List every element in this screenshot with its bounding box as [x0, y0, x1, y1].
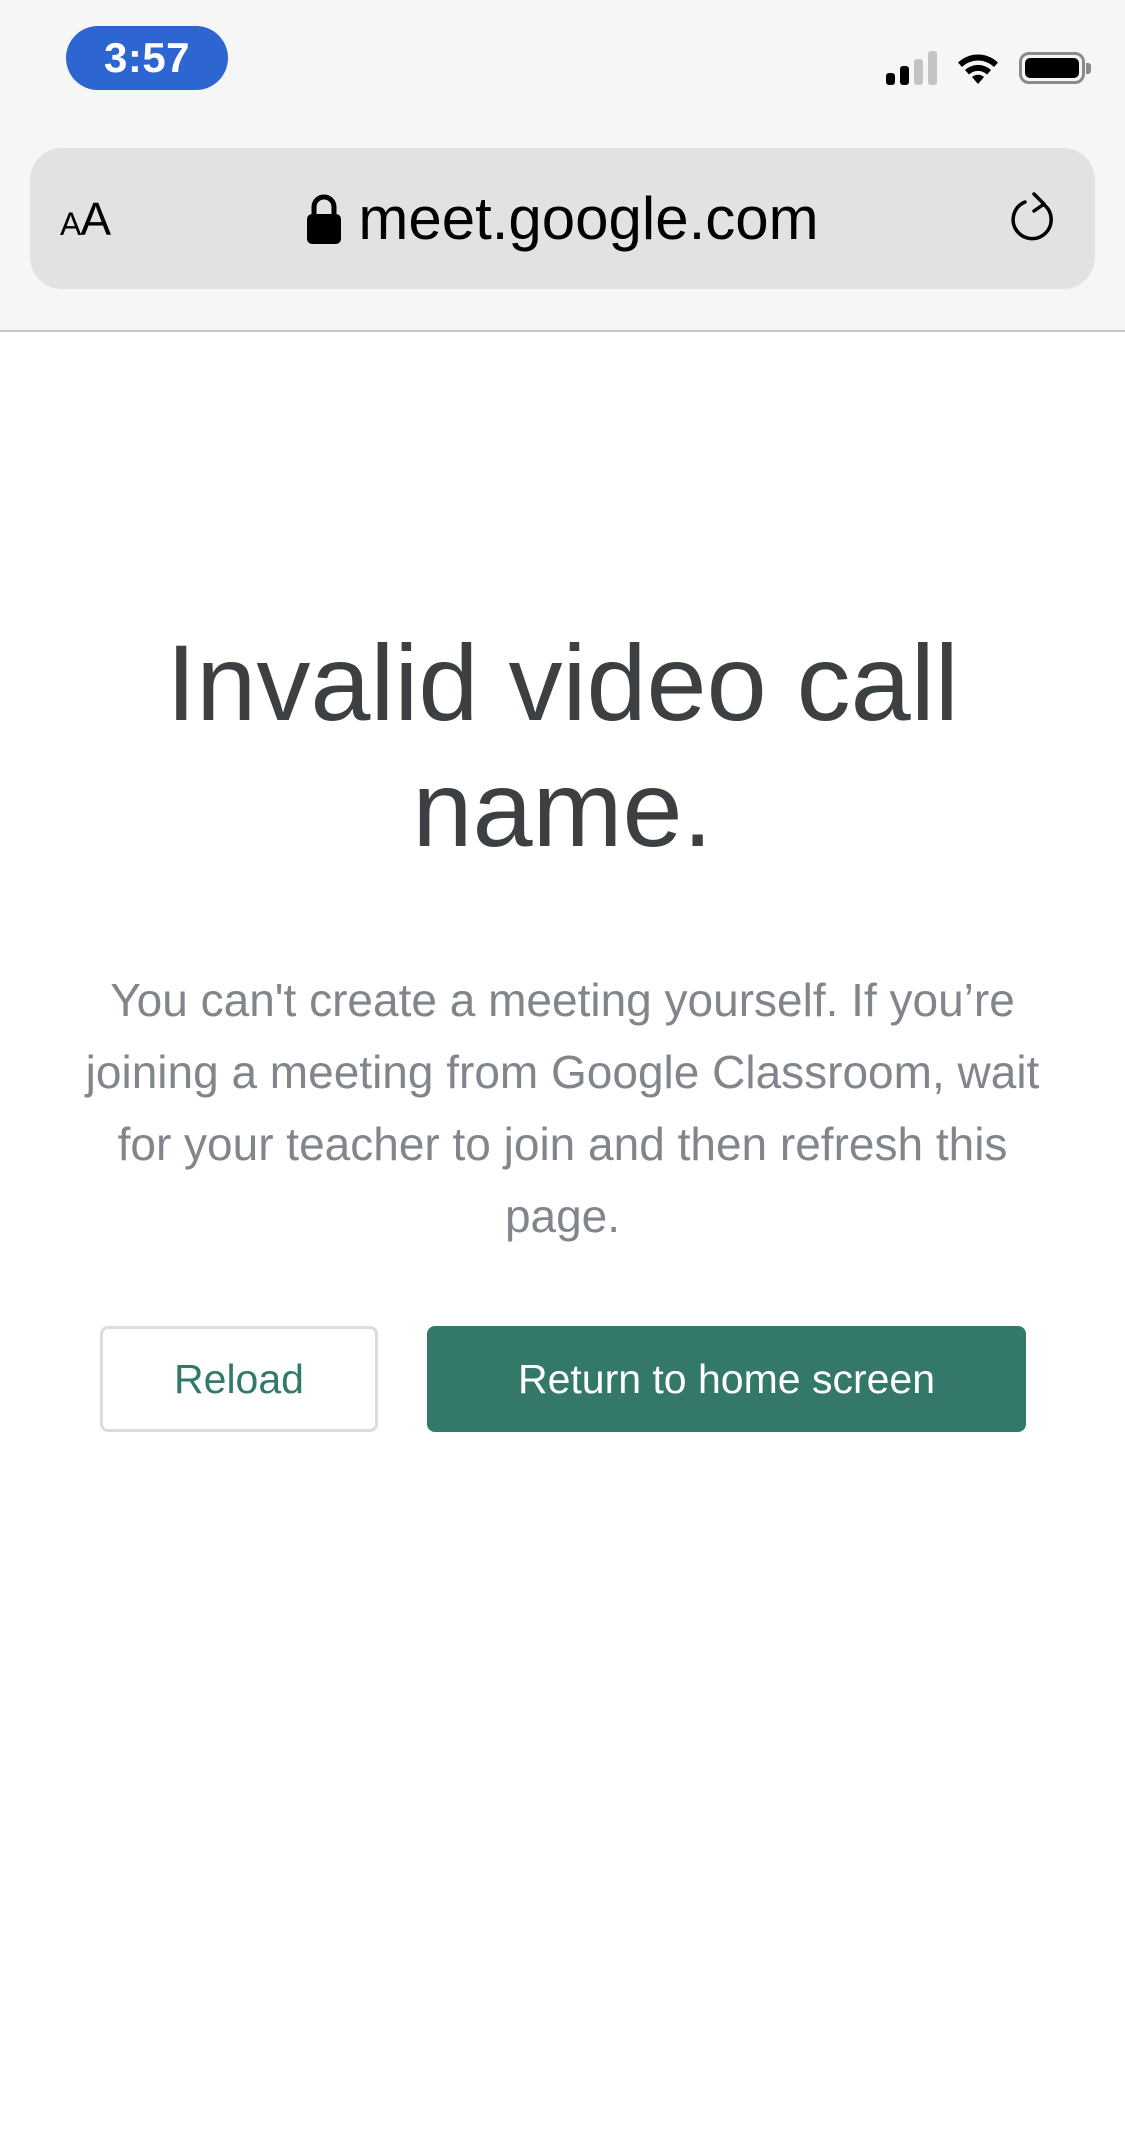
url-text: meet.google.com [358, 185, 819, 252]
battery-icon [1019, 52, 1091, 84]
reload-button[interactable]: Reload [100, 1326, 378, 1432]
error-message: You can't create a meeting yourself. If … [85, 974, 1040, 1242]
address-bar[interactable]: AA meet.google.com [30, 148, 1095, 289]
status-icons [886, 50, 1091, 86]
status-time: 3:57 [66, 26, 228, 90]
return-home-button[interactable]: Return to home screen [427, 1326, 1026, 1432]
page-title: Invalid video call name. [166, 622, 959, 869]
browser-chrome: 3:57 AA meet.google.com [0, 0, 1125, 332]
reload-icon[interactable] [1007, 192, 1061, 246]
cellular-signal-icon [886, 51, 937, 85]
wifi-icon [958, 54, 998, 84]
lock-icon [307, 194, 342, 244]
url-display[interactable]: meet.google.com [30, 148, 1095, 289]
